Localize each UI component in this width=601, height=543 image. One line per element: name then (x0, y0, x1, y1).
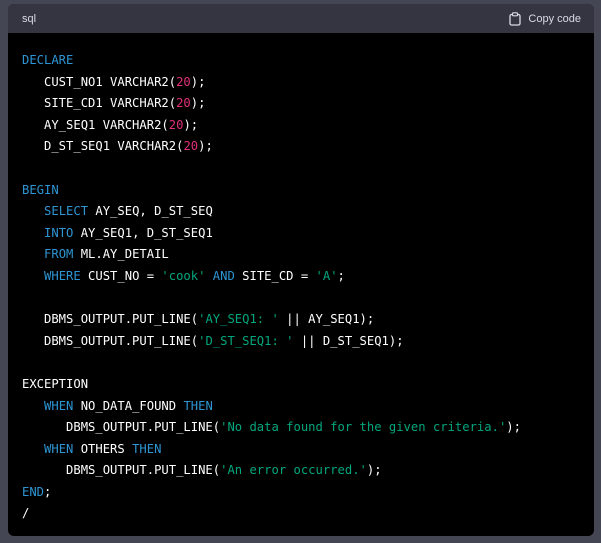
code-token: 'D_ST_SEQ1: ' (198, 333, 294, 348)
clipboard-icon (509, 11, 522, 26)
code-token: SITE_CD1 VARCHAR2( (22, 96, 177, 111)
copy-code-button[interactable]: Copy code (509, 11, 581, 26)
code-token: SELECT (44, 204, 89, 219)
code-line: FROM ML.AY_DETAIL (22, 244, 580, 266)
code-token: OTHERS (73, 441, 133, 456)
code-token: INTO (44, 225, 74, 240)
code-line: DBMS_OUTPUT.PUT_LINE('An error occurred.… (22, 460, 580, 482)
code-token: || AY_SEQ1); (278, 312, 375, 327)
code-token: EXCEPTION (22, 376, 89, 391)
code-line: DBMS_OUTPUT.PUT_LINE('AY_SEQ1: ' || AY_S… (22, 309, 580, 331)
code-token: BEGIN (22, 182, 59, 197)
code-token: 'AY_SEQ1: ' (198, 312, 279, 327)
code-line: BEGIN (22, 180, 580, 202)
code-token: WHERE (44, 268, 81, 283)
code-token: THEN (132, 441, 162, 456)
code-line: WHERE CUST_NO = 'cook' AND SITE_CD = 'A'… (22, 266, 580, 288)
code-token: ); (366, 463, 382, 478)
code-token: 20 (176, 74, 191, 89)
code-token: DBMS_OUTPUT.PUT_LINE( (22, 333, 199, 348)
code-token: D_ST_SEQ1 VARCHAR2( (22, 139, 184, 154)
code-line: WHEN OTHERS THEN (22, 439, 580, 461)
code-token: CUST_NO1 VARCHAR2( (22, 74, 177, 89)
code-token: / (22, 506, 30, 521)
code-token: ; (44, 484, 52, 499)
code-line: DBMS_OUTPUT.PUT_LINE('No data found for … (22, 417, 580, 439)
code-content: DECLARE CUST_NO1 VARCHAR2(20); SITE_CD1 … (8, 33, 594, 525)
copy-code-label: Copy code (528, 12, 581, 25)
code-block: sql Copy code DECLARE CUST_NO1 VARCHAR2(… (8, 4, 594, 536)
code-line: / (22, 503, 580, 525)
code-token: SITE_CD = (234, 268, 316, 283)
code-token: ); (183, 117, 199, 132)
code-line: SITE_CD1 VARCHAR2(20); (22, 93, 580, 115)
code-line: AY_SEQ1 VARCHAR2(20); (22, 115, 580, 137)
code-line: EXCEPTION (22, 374, 580, 396)
code-token: AY_SEQ1 VARCHAR2( (22, 117, 169, 132)
code-token: 'A' (315, 268, 338, 283)
code-token: || D_ST_SEQ1); (293, 333, 404, 348)
code-line: D_ST_SEQ1 VARCHAR2(20); (22, 136, 580, 158)
code-token: DECLARE (22, 53, 74, 67)
code-token: 'No data found for the given criteria.' (220, 420, 507, 435)
code-token: ; (337, 268, 345, 283)
code-line: WHEN NO_DATA_FOUND THEN (22, 396, 580, 418)
code-line: SELECT AY_SEQ, D_ST_SEQ (22, 201, 580, 223)
code-token: AND (212, 268, 235, 283)
code-line: CUST_NO1 VARCHAR2(20); (22, 72, 580, 94)
code-line: DECLARE (22, 50, 580, 72)
code-token: THEN (183, 398, 213, 413)
code-token: AY_SEQ1, D_ST_SEQ1 (73, 225, 213, 240)
code-token: DBMS_OUTPUT.PUT_LINE( (22, 312, 199, 327)
code-token: 20 (183, 139, 199, 154)
code-line: INTO AY_SEQ1, D_ST_SEQ1 (22, 223, 580, 245)
code-token: NO_DATA_FOUND (73, 398, 184, 413)
code-token: WHEN (44, 398, 74, 413)
code-token: DBMS_OUTPUT.PUT_LINE( (22, 420, 221, 435)
code-token: 'An error occurred.' (220, 463, 367, 478)
code-token: 20 (176, 96, 191, 111)
code-line: END; (22, 482, 580, 504)
code-token: AY_SEQ, D_ST_SEQ (88, 204, 213, 219)
code-token: ML.AY_DETAIL (73, 247, 169, 262)
code-line: DBMS_OUTPUT.PUT_LINE('D_ST_SEQ1: ' || D_… (22, 331, 580, 353)
code-token: DBMS_OUTPUT.PUT_LINE( (22, 463, 221, 478)
code-token: ); (190, 96, 206, 111)
code-token: ); (506, 420, 521, 435)
code-token: FROM (44, 247, 74, 262)
code-token: END (22, 484, 45, 499)
code-language-label: sql (22, 12, 37, 25)
code-token: CUST_NO = (80, 268, 162, 283)
code-token: ); (190, 74, 206, 89)
code-token: 20 (168, 117, 184, 132)
code-header: sql Copy code (8, 4, 594, 33)
code-token: WHEN (44, 441, 74, 456)
code-token: 'cook' (161, 268, 206, 283)
code-token: ); (198, 139, 213, 154)
